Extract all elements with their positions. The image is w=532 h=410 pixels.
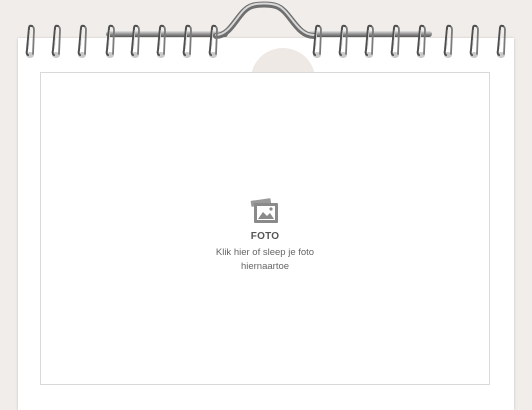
photo-placeholder[interactable]: FOTO Klik hier of sleep je foto hiernaar… [41, 193, 489, 274]
spiral-binding [25, 1, 506, 58]
spiral-loop [443, 24, 453, 58]
spiral-loop [25, 24, 35, 58]
binding-bar-left [106, 31, 228, 37]
spiral-loop [496, 24, 506, 58]
photo-title: FOTO [250, 231, 280, 242]
spiral-loop [182, 24, 192, 58]
spiral-loop [364, 24, 374, 58]
photo-drop-area[interactable]: FOTO Klik hier of sleep je foto hiernaar… [40, 72, 490, 385]
photo-icon [250, 198, 278, 223]
spiral-loops [25, 24, 506, 58]
spiral-loop [208, 24, 218, 58]
spiral-loop [51, 24, 61, 58]
binding-bar-right [308, 31, 432, 37]
spiral-loop [416, 24, 426, 58]
photo-hint: Klik hier of sleep je foto hiernaartoe [215, 247, 315, 272]
spiral-loop [105, 24, 115, 58]
spiral-loop [312, 24, 322, 58]
spiral-loop [156, 24, 166, 58]
spiral-loop [77, 24, 87, 58]
spiral-loop [390, 24, 400, 58]
spiral-loop [130, 24, 140, 58]
hanger-wire [213, 1, 317, 39]
spiral-loop [338, 24, 348, 58]
spiral-loop [469, 24, 479, 58]
